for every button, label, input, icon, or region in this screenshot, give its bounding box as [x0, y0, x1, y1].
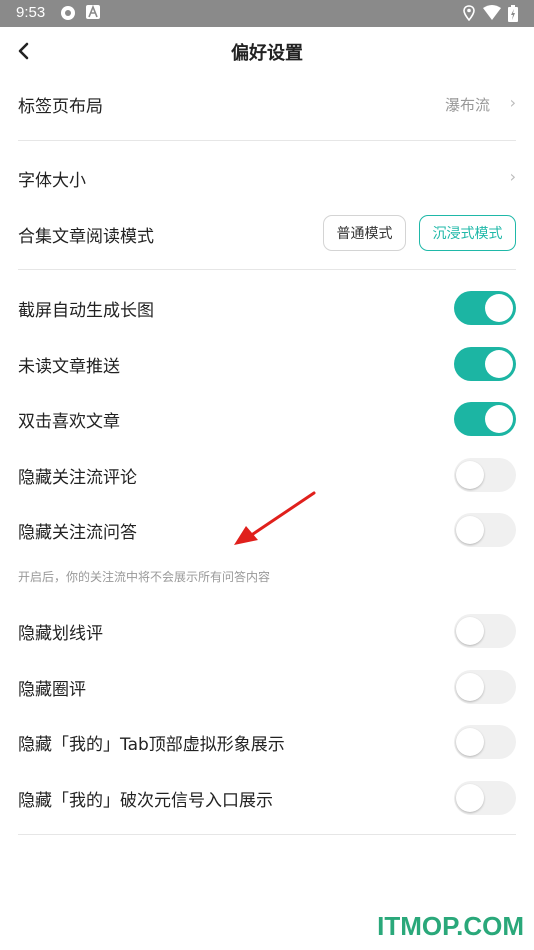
- hide-qa-note: 开启后，你的关注流中将不会展示所有问答内容: [18, 570, 271, 584]
- nav-bar: 偏好设置: [0, 27, 534, 77]
- toggle-row-unread-push: 未读文章推送: [18, 344, 516, 384]
- toggle-label: 隐藏关注流评论: [18, 468, 137, 488]
- toggle-label: 隐藏「我的」Tab顶部虚拟形象展示: [18, 735, 285, 755]
- toggle-knob: [456, 784, 484, 812]
- divider: [18, 834, 516, 835]
- toggle-label: 隐藏圈评: [18, 680, 86, 700]
- hide-underline-comments-toggle[interactable]: [454, 614, 516, 648]
- page-title: 偏好设置: [231, 43, 303, 64]
- toggle-knob: [456, 673, 484, 701]
- wifi-icon: [483, 5, 501, 20]
- immersive-mode-button[interactable]: 沉浸式模式: [419, 215, 516, 251]
- hide-avatar-display-toggle[interactable]: [454, 725, 516, 759]
- toggle-row-screenshot-long-image: 截屏自动生成长图: [18, 288, 516, 328]
- tab-layout-label: 标签页布局: [18, 97, 103, 117]
- toggle-knob: [485, 294, 513, 322]
- toggle-knob: [456, 516, 484, 544]
- screenshot-long-image-toggle[interactable]: [454, 291, 516, 325]
- battery-icon: [508, 5, 518, 22]
- double-tap-like-toggle[interactable]: [454, 402, 516, 436]
- site-watermark: ITMOP.COM: [377, 911, 524, 941]
- divider: [18, 140, 516, 141]
- font-size-row[interactable]: 字体大小 ›: [18, 158, 516, 198]
- tab-layout-value: 瀑布流: [444, 96, 490, 114]
- status-bar: 9:53: [0, 0, 534, 27]
- toggle-label: 隐藏「我的」破次元信号入口展示: [18, 791, 273, 811]
- toggle-label: 截屏自动生成长图: [18, 301, 154, 321]
- status-time: 9:53: [16, 4, 46, 21]
- read-mode-row: 合集文章阅读模式 普通模式 沉浸式模式: [18, 215, 516, 255]
- hide-feed-qa-toggle[interactable]: [454, 513, 516, 547]
- normal-mode-button[interactable]: 普通模式: [323, 215, 406, 251]
- toggle-row-hide-avatar-display: 隐藏「我的」Tab顶部虚拟形象展示: [18, 722, 516, 762]
- a-icon: [86, 5, 100, 19]
- toggle-knob: [485, 405, 513, 433]
- toggle-label: 隐藏关注流问答: [18, 523, 137, 543]
- toggle-knob: [456, 617, 484, 645]
- toggle-row-hide-signal-entry: 隐藏「我的」破次元信号入口展示: [18, 778, 516, 818]
- toggle-row-hide-circle-comments: 隐藏圈评: [18, 667, 516, 707]
- aperture-icon: [61, 6, 75, 20]
- toggle-label: 双击喜欢文章: [18, 412, 120, 432]
- location-icon: [463, 5, 475, 21]
- tab-layout-row[interactable]: 标签页布局 瀑布流 ›: [18, 84, 516, 124]
- red-arrow-annotation: [234, 491, 316, 545]
- hide-circle-comments-toggle[interactable]: [454, 670, 516, 704]
- font-size-label: 字体大小: [18, 171, 86, 191]
- toggle-knob: [456, 461, 484, 489]
- toggle-knob: [485, 350, 513, 378]
- toggle-row-double-tap-like: 双击喜欢文章: [18, 399, 516, 439]
- read-mode-label: 合集文章阅读模式: [18, 227, 154, 247]
- chevron-right-icon: ›: [509, 93, 516, 112]
- hide-feed-comments-toggle[interactable]: [454, 458, 516, 492]
- toggle-label: 未读文章推送: [18, 357, 120, 377]
- unread-push-toggle[interactable]: [454, 347, 516, 381]
- chevron-right-icon: ›: [509, 167, 516, 186]
- toggle-row-hide-underline-comments: 隐藏划线评: [18, 611, 516, 651]
- divider: [18, 269, 516, 270]
- toggle-knob: [456, 728, 484, 756]
- toggle-label: 隐藏划线评: [18, 624, 103, 644]
- hide-signal-entry-toggle[interactable]: [454, 781, 516, 815]
